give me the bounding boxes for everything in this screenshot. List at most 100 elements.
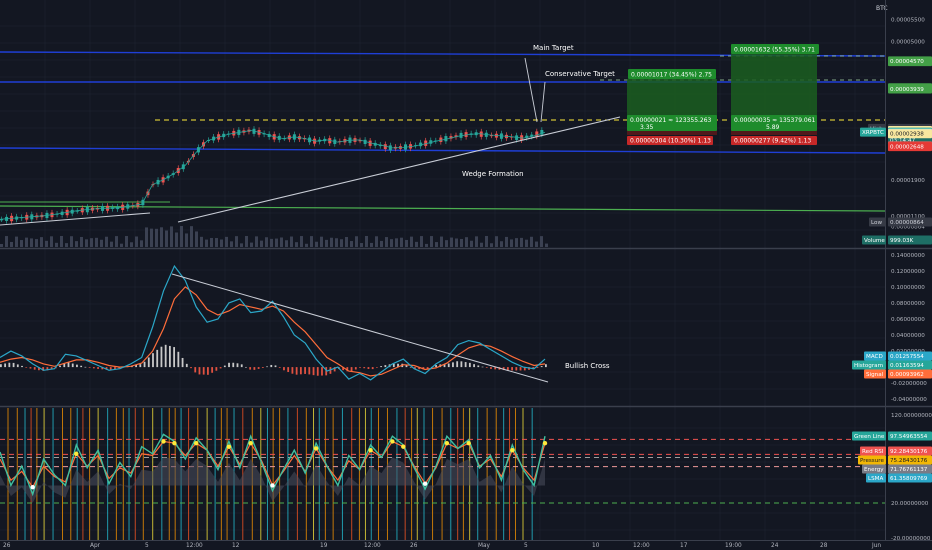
tag-2938: 0.00002938: [890, 132, 924, 138]
volume-bar: [255, 236, 258, 247]
volume-bar: [350, 241, 353, 247]
histogram-bar: [380, 366, 383, 368]
volume-bar: [10, 241, 13, 247]
volume-bar: [240, 243, 243, 247]
volume-bar: [500, 241, 503, 247]
volume-bar: [275, 238, 278, 247]
rsi-extreme-dot: [226, 444, 232, 449]
volume-bar: [90, 238, 93, 247]
conservative-target-label: Conservative Target: [545, 70, 615, 78]
support-line: [0, 147, 886, 154]
histogram-bar: [481, 366, 484, 368]
stop-tag-2: 0.00002648: [890, 145, 924, 151]
volume-bar: [15, 236, 18, 247]
histogram-bar: [287, 367, 290, 373]
volume-bar: [395, 238, 398, 247]
green-line-label: Green Line: [854, 434, 885, 440]
volume-bar: [120, 243, 123, 247]
signal-value-tag: 0.00093962: [890, 372, 924, 378]
macd-axis-label: -0.04000000: [891, 397, 927, 403]
histogram-bar: [97, 367, 99, 369]
macd-axis-label: -0.02000000: [891, 381, 927, 387]
position-1-entry-tag: 0.00000021 ≈ 123355.263: [630, 117, 712, 124]
histogram-bar: [540, 366, 543, 368]
rsi-extreme-dot: [161, 439, 166, 444]
volume-bar: [145, 227, 148, 247]
histogram-bar: [316, 367, 319, 376]
rsi-extreme-dot: [542, 441, 548, 446]
histogram-bar: [76, 364, 78, 368]
volume-bar: [355, 236, 358, 247]
histogram-bar: [447, 363, 450, 368]
position-1-entry-detail: 3.35: [640, 124, 654, 131]
position-1-profit-zone: [627, 79, 717, 121]
histogram-bar: [190, 367, 192, 369]
volume-value-tag: 999.03K: [890, 238, 914, 244]
volume-bar: [225, 236, 228, 247]
wedge-formation-label: Wedge Formation: [462, 170, 524, 178]
time-axis[interactable]: 26 Apr 5 12:00 12 19 12:00 26 May 5 10 12:00 17 19:00…: [3, 543, 881, 549]
volume-bar: [460, 238, 463, 247]
volume-bar: [480, 242, 483, 247]
histogram-bar: [367, 367, 370, 369]
volume-bar: [440, 236, 443, 247]
volume-bar: [450, 237, 453, 247]
histogram-bar: [308, 367, 311, 375]
histogram-bar: [29, 367, 32, 369]
histogram-bar: [490, 367, 492, 369]
histogram-bar: [33, 367, 36, 370]
lower-trend-line-left: [0, 212, 151, 226]
histogram-bar: [409, 366, 412, 368]
histogram-bar: [8, 362, 11, 368]
histogram-bar: [477, 365, 480, 368]
volume-bar: [230, 241, 233, 247]
histogram-bar: [12, 362, 15, 368]
energy-value-tag: 71.76761137: [890, 467, 928, 473]
rsi-extreme-dot: [313, 446, 319, 451]
volume-bar: [95, 237, 98, 247]
histogram-bar: [25, 367, 28, 368]
rsi-extreme-dot: [466, 441, 471, 446]
histogram-bar: [139, 364, 142, 368]
symbol-tag: XRPBTC: [862, 130, 884, 136]
volume-bar: [390, 239, 393, 247]
macd-axis-label: 0.04000000: [891, 333, 925, 339]
histogram-bar: [253, 367, 256, 370]
volume-bar: [300, 236, 303, 247]
volume-bar: [295, 242, 298, 247]
lsma-value-tag: 61.35809769: [890, 476, 928, 482]
signal-line: [0, 286, 546, 377]
macd-axis-label: 0.10000000: [891, 285, 925, 291]
volume-bar: [535, 241, 538, 247]
histogram-bar: [232, 362, 235, 368]
volume-bar: [100, 239, 103, 247]
volume-bar: [205, 239, 208, 247]
position-1-target-tag: 0.00001017 (34.45%) 2.75: [631, 72, 712, 79]
histogram-bar: [506, 367, 509, 371]
volume-bar: [155, 228, 158, 247]
volume-bar: [280, 237, 283, 247]
histogram-bar: [156, 349, 159, 368]
histogram-bar: [228, 362, 230, 368]
signal-label: Signal: [866, 372, 884, 378]
volume-bar: [360, 243, 363, 247]
macd-panel[interactable]: Bullish Cross: [0, 264, 610, 383]
low-label: Low: [871, 220, 882, 226]
volume-bar: [25, 237, 28, 247]
histogram-bar: [312, 367, 315, 376]
time-axis-label: 12:00: [364, 543, 381, 549]
volume-bar: [260, 240, 263, 247]
position-2-entry-tag: 0.00000035 ≈ 135379.061: [734, 117, 816, 124]
histogram-bar: [519, 367, 522, 371]
trading-chart[interactable]: Wedge Formation Main Target Conservative…: [0, 0, 932, 550]
red-rsi-value-tag: 92.28430176: [890, 449, 928, 455]
volume-bar: [110, 241, 113, 247]
histogram-bar: [278, 367, 281, 368]
volume-bar: [0, 244, 3, 247]
rsi-axis-label: 120.00000000: [891, 413, 932, 419]
time-axis-label: 12:00: [633, 543, 650, 549]
volume-bar: [375, 236, 378, 247]
histogram-bar: [173, 347, 176, 368]
volume-bar: [250, 242, 253, 247]
volume-bar: [330, 237, 333, 247]
